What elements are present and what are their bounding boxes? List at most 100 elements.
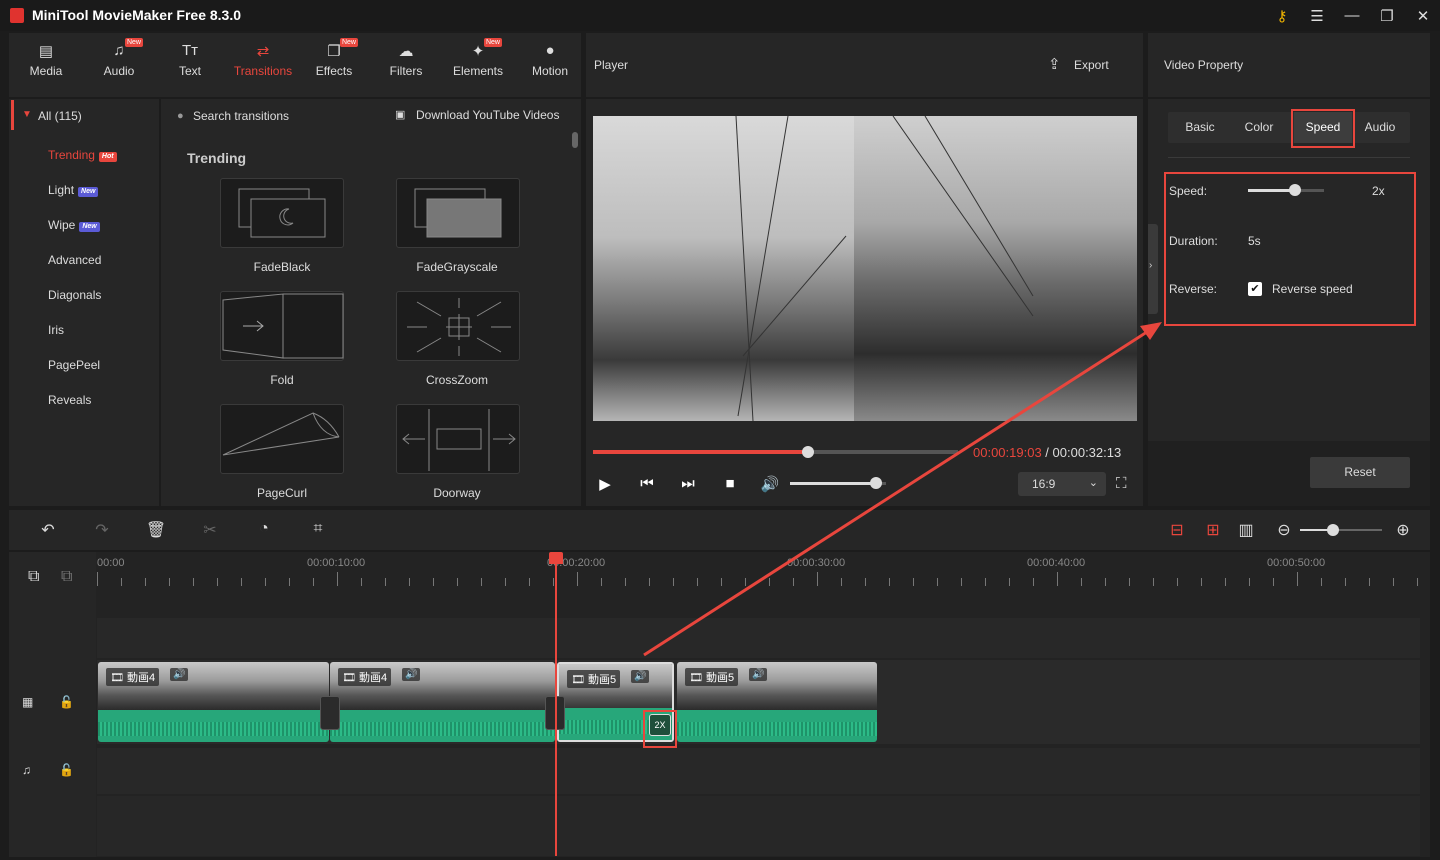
app-logo-icon <box>10 8 24 23</box>
crosszoom-icon <box>407 298 511 356</box>
tab-audio[interactable]: Audio <box>1352 112 1408 143</box>
film-icon: 🎞 <box>110 672 128 684</box>
category-wipe[interactable]: Wipe New <box>48 218 100 232</box>
zoom-handle[interactable] <box>1326 524 1339 536</box>
tool-effects[interactable]: ❐ New Effects <box>306 38 362 78</box>
transition-tile-doorway[interactable] <box>396 404 520 474</box>
tab-basic[interactable]: Basic <box>1170 112 1230 143</box>
transition-tile-crosszoom[interactable] <box>396 291 520 361</box>
clip-label: 🎞 動画5 <box>685 668 739 686</box>
collapse-handle[interactable]: › <box>1148 224 1158 314</box>
new-badge: New <box>339 38 358 47</box>
tool-label: Audio <box>103 64 135 78</box>
tool-motion[interactable]: ● Motion <box>522 42 578 78</box>
lock-icon[interactable]: 🔓 <box>59 695 74 709</box>
tile-label: PageCurl <box>256 486 308 500</box>
category-pagepeel[interactable]: PagePeel <box>48 358 100 372</box>
category-diagonals[interactable]: Diagonals <box>48 288 101 302</box>
add-track-icon[interactable]: ⧉ <box>28 568 39 586</box>
remove-track-icon[interactable]: ⧉ <box>61 568 72 586</box>
undo-icon[interactable]: ↶ <box>37 520 59 540</box>
category-trending[interactable]: Trending Hot <box>48 148 117 162</box>
tool-transitions[interactable]: ⇄ Transitions <box>232 42 294 78</box>
ruler-tick <box>697 578 698 586</box>
tile-label: CrossZoom <box>425 373 488 387</box>
tool-filters[interactable]: ☁ Filters <box>378 42 434 78</box>
split-view-icon[interactable]: ⊞ <box>1202 520 1224 540</box>
transition-tile-fadegrayscale[interactable] <box>396 178 520 248</box>
playhead-line[interactable] <box>555 558 557 856</box>
snap-icon[interactable]: ▥ <box>1235 520 1257 540</box>
tool-elements[interactable]: ✦ New Elements <box>450 38 506 78</box>
redo-icon[interactable]: ↷ <box>91 520 113 540</box>
playhead-handle[interactable] <box>549 552 563 564</box>
tile-label: Fold <box>270 373 294 387</box>
volume-icon[interactable]: 🔊 <box>760 475 780 493</box>
tool-label: Media <box>29 64 63 78</box>
maximize-button[interactable]: ❐ <box>1377 7 1397 25</box>
ruler-tick <box>913 578 914 586</box>
seek-track[interactable] <box>593 446 958 458</box>
transition-tile-fold[interactable] <box>220 291 344 361</box>
video-clip[interactable]: 🎞 動画4 🔊 <box>330 662 555 742</box>
aspect-ratio-select[interactable]: 16:9 ⌄ <box>1018 472 1106 496</box>
transition-tile-fadeblack[interactable] <box>220 178 344 248</box>
delete-icon[interactable]: 🗑 <box>145 520 167 540</box>
volume-slider[interactable] <box>790 477 886 489</box>
time-separator: / <box>1041 445 1053 460</box>
timeline-zoom-slider[interactable] <box>1300 524 1382 536</box>
category-advanced[interactable]: Advanced <box>48 253 101 267</box>
search-input[interactable]: Search transitions <box>193 109 289 123</box>
clip-name: 動画4 <box>127 672 156 684</box>
minimize-button[interactable]: — <box>1342 7 1362 24</box>
export-button[interactable]: Export <box>1074 58 1109 72</box>
tab-color[interactable]: Color <box>1230 112 1288 143</box>
crop-icon[interactable]: ⌗ <box>307 520 329 538</box>
video-preview[interactable] <box>593 116 1137 421</box>
transition-tile-pagecurl[interactable] <box>220 404 344 474</box>
video-clip[interactable]: 🎞 動画5 🔊 <box>677 662 877 742</box>
lock-icon[interactable]: 🔓 <box>59 763 74 777</box>
library-scrollbar[interactable] <box>572 132 578 148</box>
category-label: Light <box>48 183 75 197</box>
next-frame-button[interactable]: ⏭ <box>678 475 698 492</box>
stop-button[interactable]: ■ <box>720 475 740 492</box>
video-clip[interactable]: 🎞 動画4 🔊 <box>98 662 329 742</box>
play-button[interactable]: ▶ <box>595 475 615 493</box>
split-icon[interactable]: ✂ <box>199 520 221 540</box>
category-light[interactable]: Light New <box>48 183 99 197</box>
highlight-box-speed-settings <box>1164 172 1416 326</box>
active-indicator <box>11 100 14 130</box>
audio-track <box>97 748 1420 794</box>
app-title: MiniTool MovieMaker Free 8.3.0 <box>32 7 242 23</box>
fullscreen-icon[interactable]: ⛶ <box>1116 475 1127 492</box>
ruler-tick <box>937 578 938 586</box>
ruler-tick <box>985 578 986 586</box>
category-all[interactable]: All (115) <box>38 109 82 123</box>
download-youtube-link[interactable]: Download YouTube Videos <box>416 108 559 122</box>
ruler-tick <box>193 578 194 586</box>
caret-down-icon: ▼ <box>22 109 32 120</box>
fit-timeline-icon[interactable]: ⊟ <box>1166 520 1188 540</box>
zoom-out-icon[interactable]: ⊖ <box>1273 520 1295 540</box>
previous-frame-button[interactable]: ⏮ <box>637 475 657 492</box>
key-icon[interactable]: ⚷ <box>1272 7 1292 25</box>
tool-audio[interactable]: ♫ New Audio <box>91 38 147 78</box>
ruler-tick <box>169 578 170 586</box>
ruler-tick <box>1345 578 1346 586</box>
zoom-in-icon[interactable]: ⊕ <box>1392 520 1414 540</box>
new-badge: New <box>124 38 143 47</box>
tool-text[interactable]: Tт Text <box>162 42 218 78</box>
transition-slot[interactable] <box>320 696 340 730</box>
tool-media[interactable]: ▤ Media <box>18 42 74 78</box>
ruler-tick <box>961 578 962 586</box>
seek-handle[interactable] <box>802 446 815 458</box>
menu-icon[interactable]: ☰ <box>1307 7 1327 25</box>
tool-label: Effects <box>315 64 353 78</box>
reset-button[interactable]: Reset <box>1310 457 1410 488</box>
speed-icon[interactable]: ◔ <box>253 520 275 538</box>
close-button[interactable]: ✕ <box>1413 7 1433 25</box>
timeline-ruler[interactable] <box>97 552 1420 586</box>
category-iris[interactable]: Iris <box>48 323 64 337</box>
category-reveals[interactable]: Reveals <box>48 393 91 407</box>
